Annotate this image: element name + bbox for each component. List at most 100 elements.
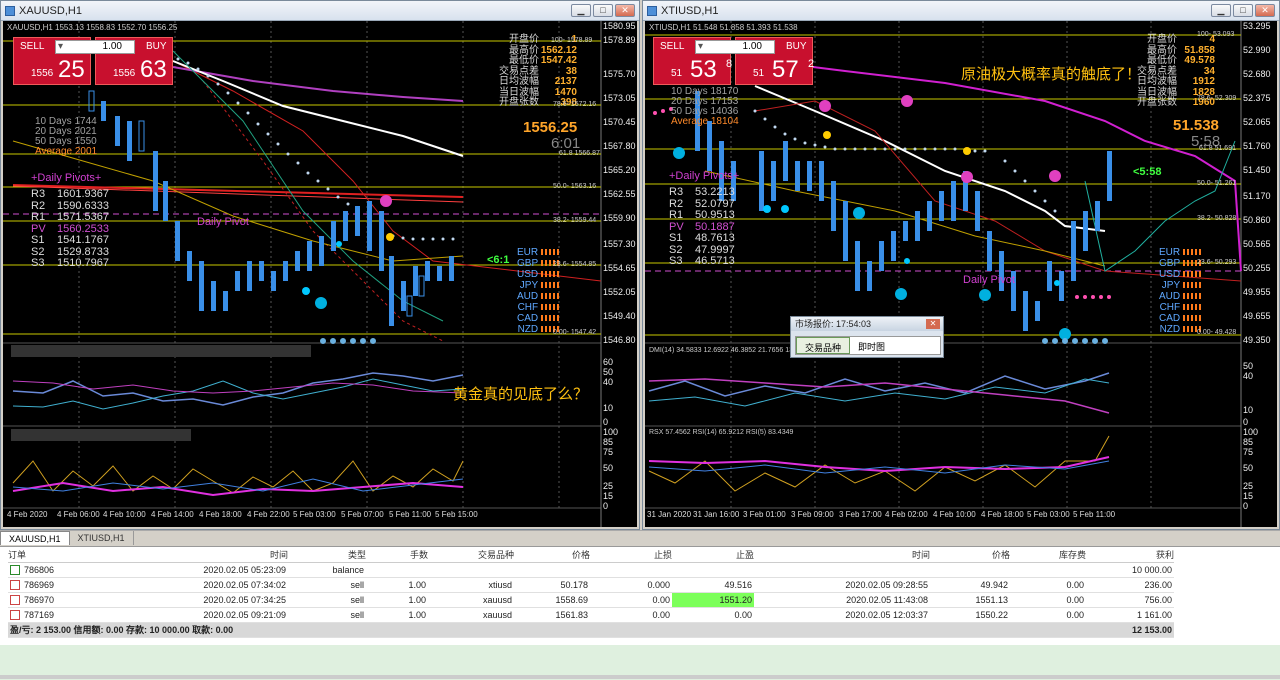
window-title: XTIUSD,H1	[661, 4, 719, 17]
days-average: Average 18104	[671, 116, 739, 127]
price-chart[interactable]: XAUUSD,H1 1553.13 1558.83 1552.70 1556.2…	[3, 21, 637, 527]
minimize-button[interactable]: ▁	[571, 4, 591, 17]
y-tick: 10	[1243, 405, 1254, 415]
window-title: XAUUSD,H1	[19, 4, 82, 17]
y-tick: 1554.65	[603, 263, 636, 273]
pivot-value: 50.9513	[695, 209, 735, 221]
cell-close-time	[754, 562, 930, 578]
tab-xtiusd[interactable]: XTIUSD,H1	[70, 531, 134, 545]
fib-100: 100- 53.093	[1197, 31, 1235, 38]
y-tick: 0	[603, 501, 609, 511]
one-click-trading-panel[interactable]: SELL 51 53 8 BUY 51 57 2 ▾ 1.00	[653, 37, 817, 85]
chart-icon	[647, 5, 657, 16]
info-key: 开盘价	[509, 34, 539, 45]
ccy-label: EUR	[1159, 247, 1181, 258]
maximize-button[interactable]: □	[1233, 4, 1253, 17]
strength-bars	[541, 249, 562, 255]
col-swap[interactable]: 库存费	[1010, 547, 1086, 563]
table-row[interactable]: 787169 2020.02.05 09:21:09 sell 1.00 xau…	[8, 607, 1174, 623]
window-titlebar[interactable]: XAUUSD,H1 ▁ □ ✕	[1, 1, 639, 21]
rsi-indicator-label: RSX 57.4562 RSI(14) 65.9212 RSI(5) 83.43…	[649, 429, 794, 436]
cell-close-price: 1551.13	[930, 592, 1010, 608]
daily-pivot-label: Daily Pivot	[963, 274, 1015, 286]
y-tick: 1557.30	[603, 239, 636, 249]
fib-000: 0.00- 1547.42	[553, 329, 597, 336]
cell-time: 2020.02.05 07:34:25	[112, 592, 288, 608]
col-close-time[interactable]: 时间	[754, 547, 930, 563]
y-tick: 51.170	[1243, 191, 1271, 201]
cell-type: sell	[288, 577, 366, 593]
table-row[interactable]: 786806 2020.02.05 05:23:09 balance 10 00…	[8, 562, 1174, 578]
close-icon[interactable]: ✕	[926, 319, 940, 329]
tab-tick-chart[interactable]: 即时图	[850, 337, 893, 354]
cell-swap: 0.00	[1010, 592, 1086, 608]
table-row[interactable]: 786970 2020.02.05 07:34:25 sell 1.00 xau…	[8, 592, 1174, 608]
price-chart[interactable]: XTIUSD,H1 51.548 51.858 51.393 51.538 SE…	[645, 21, 1277, 527]
y-tick: 1559.90	[603, 213, 636, 223]
close-button[interactable]: ✕	[1255, 4, 1275, 17]
cell-tp: 49.516	[672, 577, 754, 593]
col-profit[interactable]: 获利	[1086, 547, 1174, 563]
table-header-row: 订单 时间 类型 手数 交易品种 价格 止损 止盈 时间 价格 库存费 获利	[8, 547, 1174, 563]
info-key: 最高价	[509, 44, 539, 56]
daily-pivot-label: Daily Pivot	[197, 216, 249, 228]
cell-price: 1558.69	[514, 592, 590, 608]
cell-profit: 1 161.00	[1086, 607, 1174, 623]
lot-size-input[interactable]: ▾ 1.00	[695, 40, 775, 54]
col-symbol[interactable]: 交易品种	[428, 547, 514, 563]
col-type[interactable]: 类型	[288, 547, 366, 563]
y-tick: 52.990	[1243, 45, 1271, 55]
current-price: 1556.25	[523, 119, 578, 136]
sell-label: SELL	[20, 41, 45, 52]
y-tick: 40	[1243, 371, 1254, 381]
table-row[interactable]: 786969 2020.02.05 07:34:02 sell 1.00 xti…	[8, 577, 1174, 593]
pivot-arrow-label: <5:58	[1133, 166, 1162, 178]
lot-size-input[interactable]: ▾ 1.00	[55, 40, 135, 54]
col-sl[interactable]: 止损	[590, 547, 672, 563]
x-tick: 3 Feb 01:00	[743, 510, 786, 519]
fib-786: 78.6- 1572.16	[553, 101, 597, 108]
maximize-button[interactable]: □	[593, 4, 613, 17]
y-tick: 1562.55	[603, 189, 636, 199]
y-tick: 0	[1243, 501, 1249, 511]
pivot-name: S1	[31, 234, 45, 246]
order-id-text: 786970	[24, 594, 55, 605]
lot-decrease-icon[interactable]: ▾	[698, 41, 703, 53]
ccy-label: EUR	[517, 247, 539, 258]
x-tick: 31 Jan 16:00	[693, 510, 740, 519]
strength-bars	[1183, 249, 1204, 255]
chart-window-xtiusd[interactable]: XTIUSD,H1 ▁ □ ✕ XTIUSD,H1 51.548 51.858 …	[642, 0, 1280, 530]
tab-xauusd[interactable]: XAUUSD,H1	[0, 531, 70, 545]
market-watch-popup[interactable]: 市场报价: 17:54:03 ✕ 交易品种 即时图	[790, 316, 944, 358]
lot-decrease-icon[interactable]: ▾	[58, 41, 63, 53]
cell-lots: 1.00	[366, 607, 428, 623]
pivot-levels: R3 1601.9367 R2 1590.6333 R1 1571.5367 PV 15…	[31, 188, 109, 270]
cell-symbol: xauusd	[428, 592, 514, 608]
pivot-name: R3	[669, 186, 684, 198]
info-key: 当日波幅	[499, 86, 539, 98]
order-id: 786969	[8, 577, 112, 593]
col-order[interactable]: 订单	[8, 547, 112, 563]
tab-symbols[interactable]: 交易品种	[796, 337, 851, 354]
cell-lots	[366, 562, 428, 578]
close-button[interactable]: ✕	[615, 4, 635, 17]
info-key: 开盘张数	[1137, 97, 1177, 108]
minimize-button[interactable]: ▁	[1211, 4, 1231, 17]
chart-window-xauusd[interactable]: XAUUSD,H1 ▁ □ ✕ XAUUSD,H1 1553.13 1558.8…	[0, 0, 640, 530]
cell-type: balance	[288, 562, 366, 578]
col-tp[interactable]: 止盈	[672, 547, 754, 563]
cell-lots: 1.00	[366, 577, 428, 593]
sell-price-prefix: 51	[671, 68, 683, 79]
one-click-trading-panel[interactable]: SELL 1556 25 BUY 1556 63 ▾ 1.00	[13, 37, 177, 85]
strength-bars	[541, 293, 562, 299]
pivot-levels: R3 53.2213 R2 52.0797 R1 50.9513 PV 50.1887 …	[669, 186, 735, 268]
window-titlebar[interactable]: XTIUSD,H1 ▁ □ ✕	[643, 1, 1279, 21]
days-average: Average 2001	[35, 146, 98, 157]
order-id: 786806	[8, 562, 112, 578]
popup-title[interactable]: 市场报价: 17:54:03	[791, 317, 943, 331]
col-close-price[interactable]: 价格	[930, 547, 1010, 563]
cell-swap: 0.00	[1010, 607, 1086, 623]
col-time[interactable]: 时间	[112, 547, 288, 563]
col-price[interactable]: 价格	[514, 547, 590, 563]
col-lots[interactable]: 手数	[366, 547, 428, 563]
